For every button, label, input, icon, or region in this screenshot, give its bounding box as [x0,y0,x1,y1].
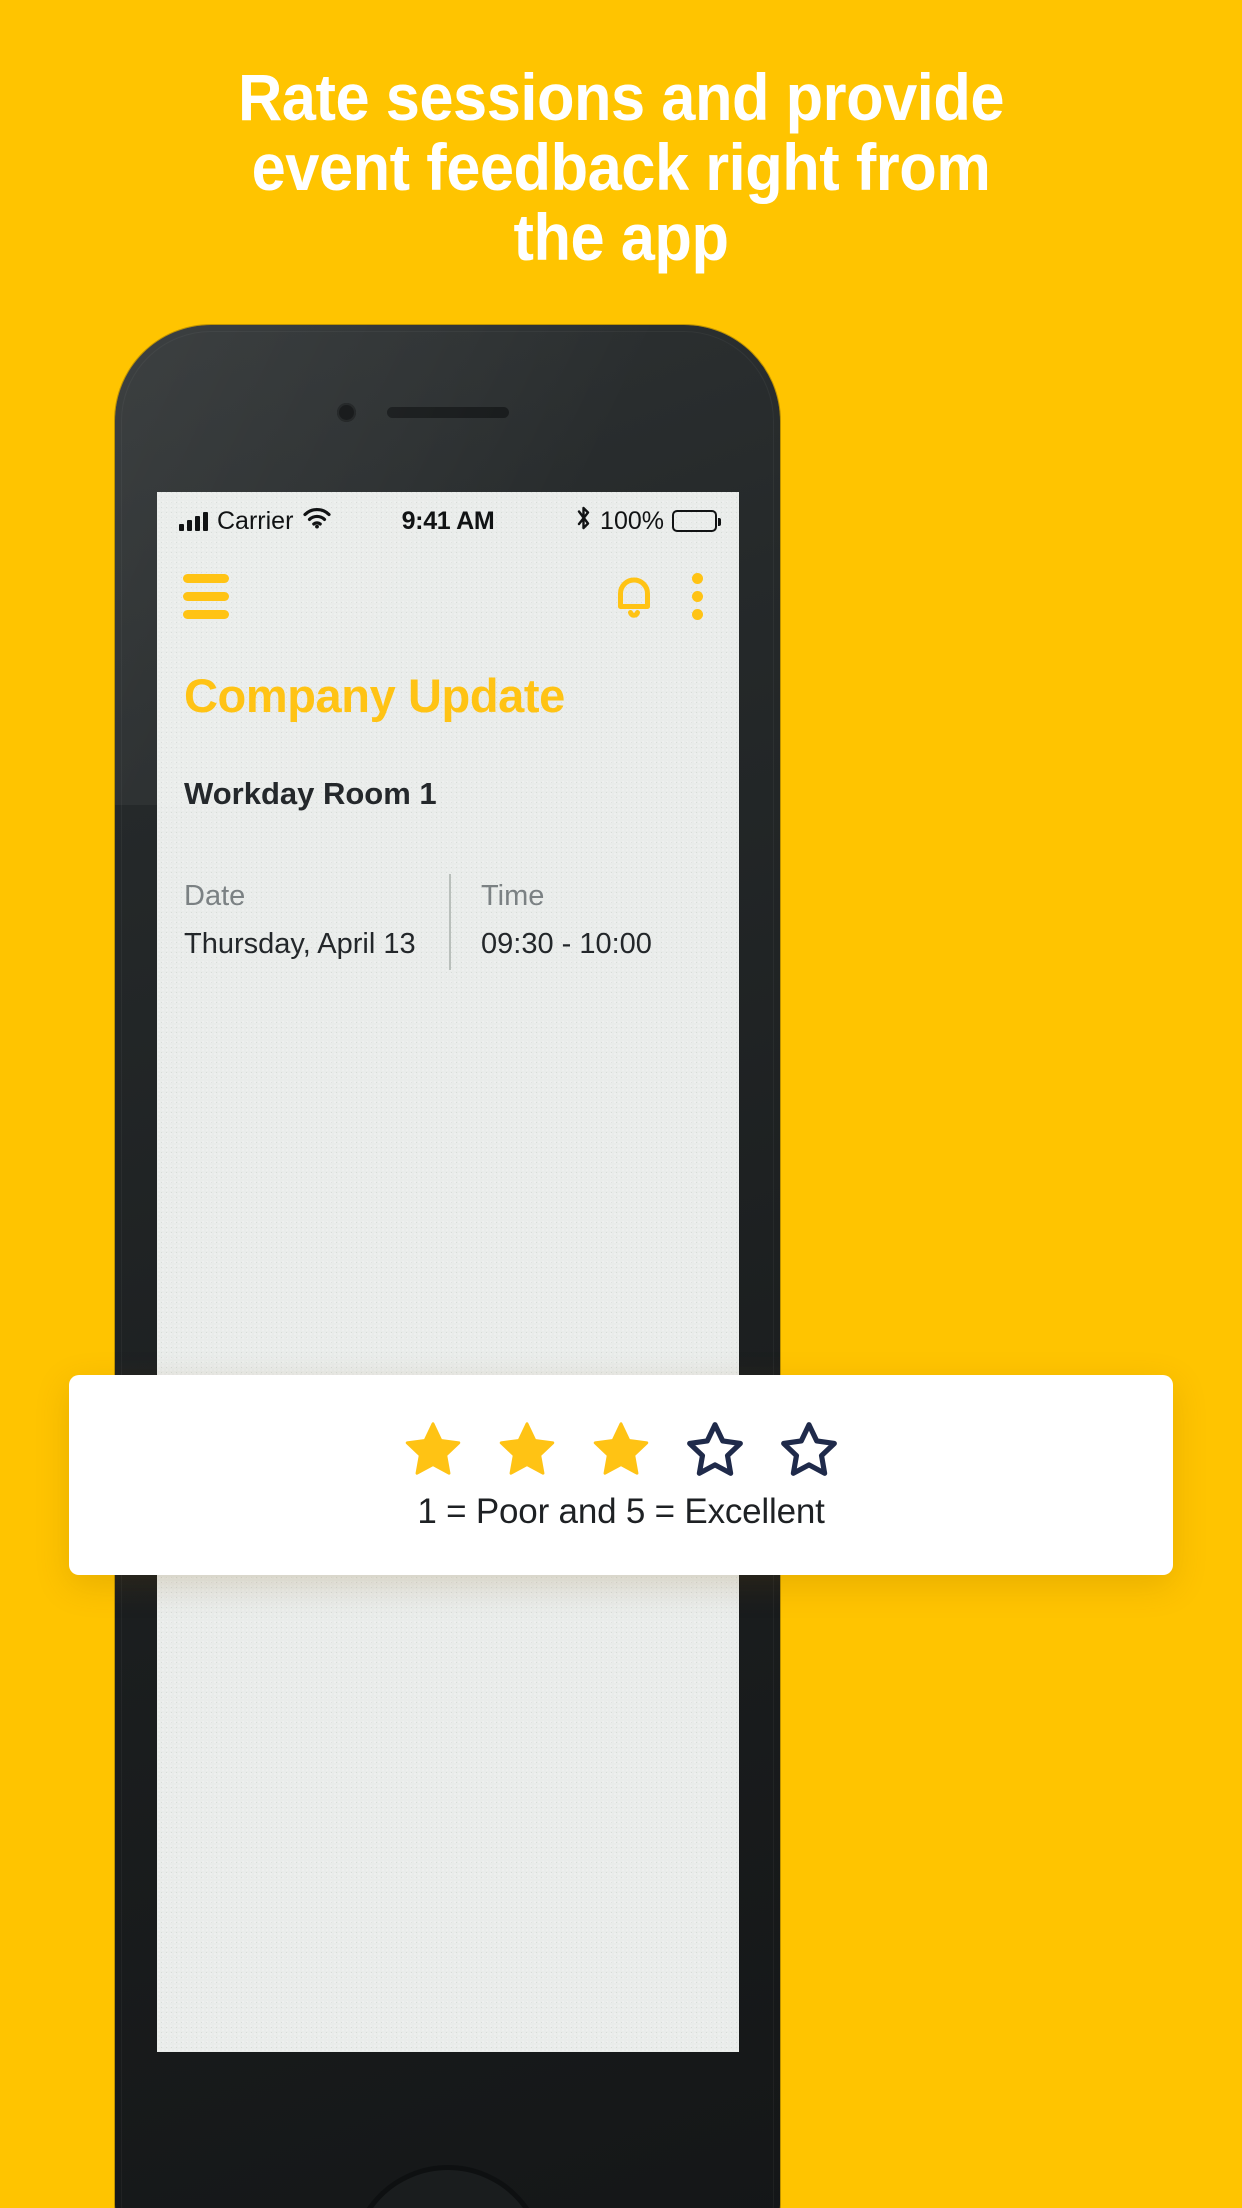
headline-line-3: the app [513,200,729,274]
home-button[interactable] [349,2165,546,2208]
rating-card: 1 = Poor and 5 = Excellent [69,1375,1173,1575]
time-label: Time [481,880,545,912]
rating-caption: 1 = Poor and 5 = Excellent [417,1492,825,1531]
headline-line-1: Rate sessions and provide [237,60,1005,134]
date-value: Thursday, April 13 [184,928,416,960]
battery-full-icon [672,510,721,532]
star-icon-4[interactable] [684,1418,746,1480]
bell-icon[interactable] [612,573,656,619]
headline-line-2: event feedback right from [251,130,991,204]
app-bar [157,550,739,642]
star-icon-1[interactable] [402,1418,464,1480]
star-rating-widget[interactable] [402,1418,840,1480]
session-time-column: Time 09:30 - 10:00 [449,874,652,970]
star-icon-2[interactable] [496,1418,558,1480]
session-date-column: Date Thursday, April 13 [184,874,449,970]
battery-percent-label: 100% [600,506,664,535]
page-title: Rate sessions and provide event feedback… [43,62,1198,272]
phone-mockup: Carrier 9:41 AM 100% Company Update Work… [115,325,780,2208]
front-camera-icon [337,403,356,422]
phone-screen: Carrier 9:41 AM 100% Company Update Work… [157,492,739,2052]
bluetooth-icon [575,505,592,538]
date-label: Date [184,880,246,912]
kebab-menu-icon[interactable] [682,569,713,624]
status-bar: Carrier 9:41 AM 100% [157,492,739,550]
session-meta: Date Thursday, April 13 Time 09:30 - 10:… [184,874,712,970]
hamburger-menu-icon[interactable] [183,573,229,619]
session-title: Company Update [184,669,565,722]
star-icon-5[interactable] [778,1418,840,1480]
session-room: Workday Room 1 [184,776,437,811]
time-value: 09:30 - 10:00 [481,928,652,960]
star-icon-3[interactable] [590,1418,652,1480]
earpiece-speaker [386,407,509,418]
